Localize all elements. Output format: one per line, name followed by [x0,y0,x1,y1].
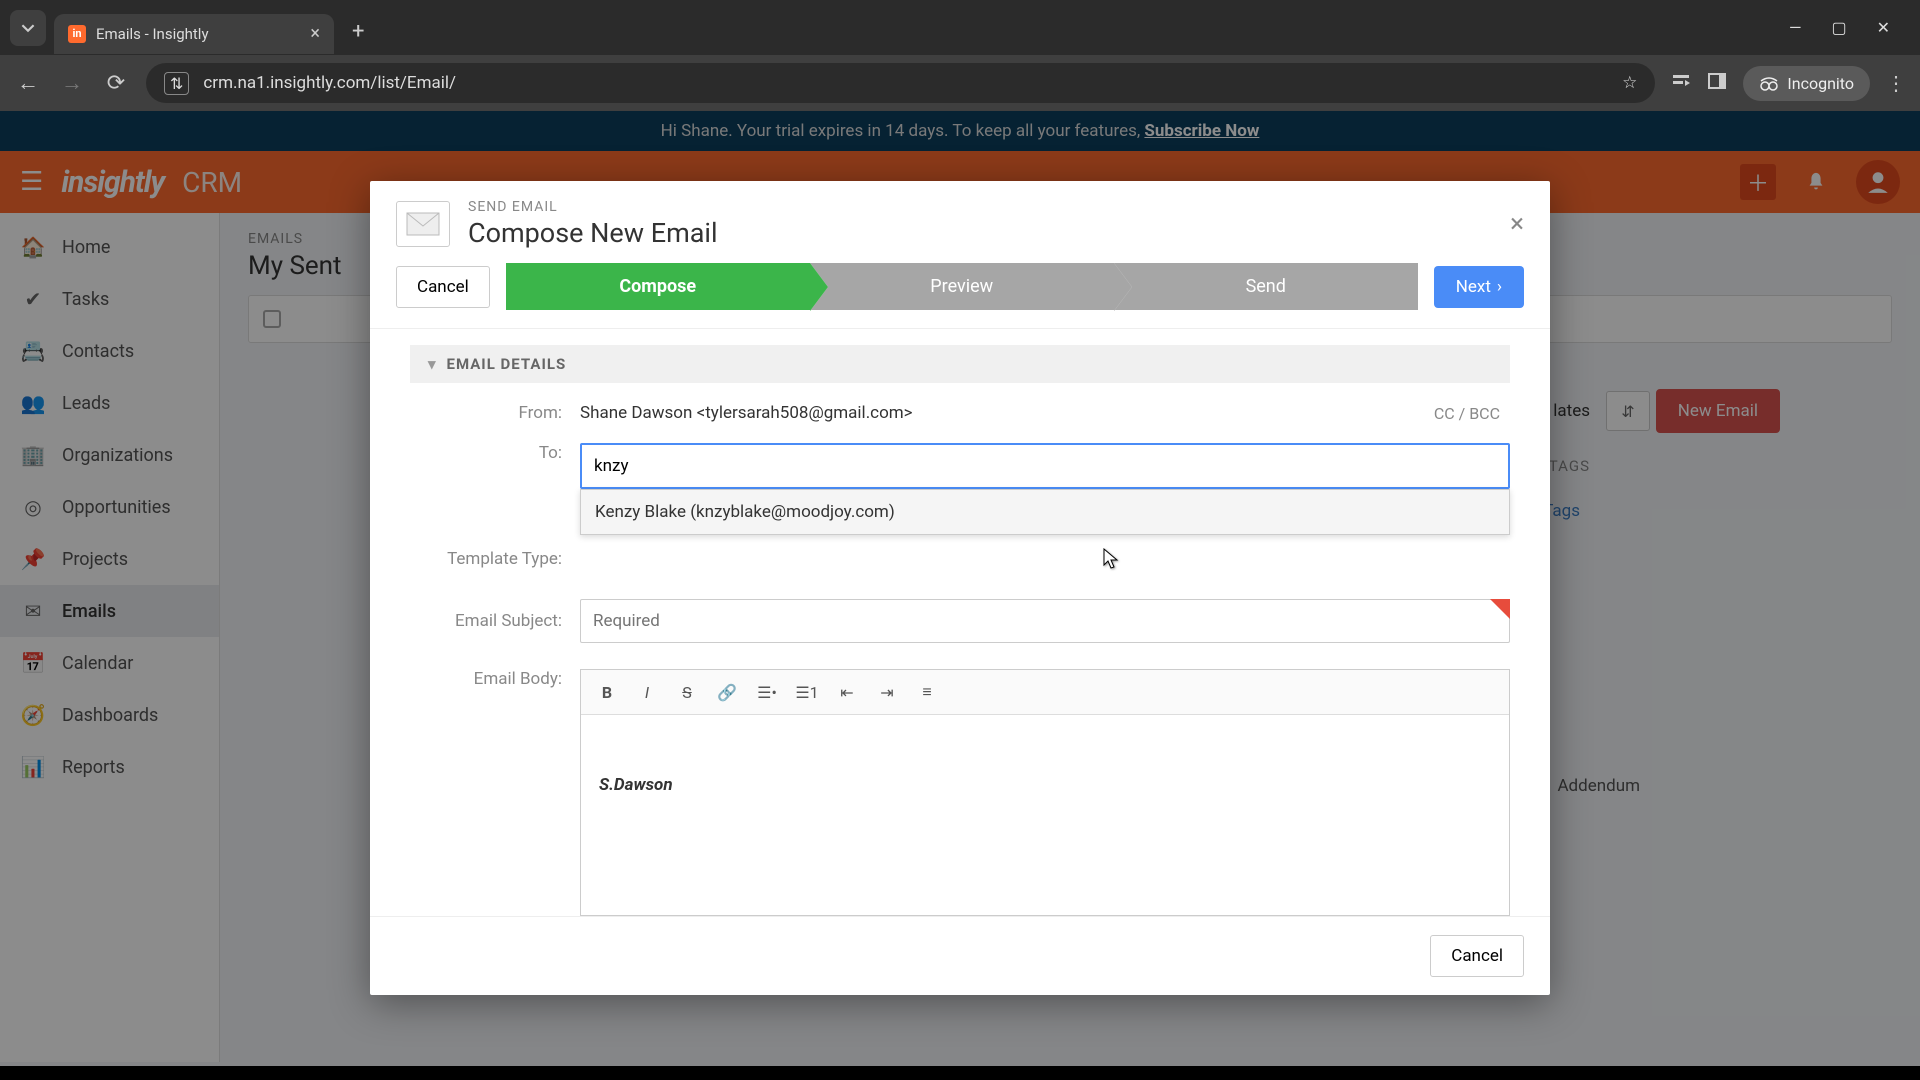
app-viewport: Hi Shane. Your trial expires in 14 days.… [0,111,1920,1066]
editor-toolbar: B I S 🔗 ☰• ☰1 ⇤ ⇥ ≡ [581,670,1509,715]
from-label: From: [410,403,580,423]
bullet-list-icon[interactable]: ☰• [749,676,785,708]
back-icon[interactable]: ← [14,70,42,96]
close-tab-icon[interactable]: × [310,23,320,44]
wizard-steps: Compose Preview Send [506,263,1418,310]
reload-icon[interactable]: ⟳ [102,71,130,96]
body-label: Email Body: [410,669,580,689]
email-body-editor: B I S 🔗 ☰• ☰1 ⇤ ⇥ ≡ S.Daw [580,669,1510,916]
tab-search-dropdown[interactable] [10,10,46,46]
strikethrough-icon[interactable]: S [669,676,705,708]
close-modal-icon[interactable]: × [1510,209,1524,239]
email-details-section[interactable]: ▾ EMAIL DETAILS [410,345,1510,383]
browser-toolbar: ← → ⟳ ⇅ crm.na1.insightly.com/list/Email… [0,55,1920,111]
link-icon[interactable]: 🔗 [709,676,745,708]
modal-overlay: SEND EMAIL Compose New Email × Cancel Co… [0,111,1920,1066]
to-input[interactable] [580,443,1510,489]
site-settings-icon[interactable]: ⇅ [164,72,189,95]
bookmark-star-icon[interactable]: ☆ [1622,73,1637,93]
from-value: Shane Dawson <tylersarah508@gmail.com> [580,403,1434,423]
new-tab-button[interactable]: + [352,19,364,44]
next-label: Next [1456,277,1491,297]
outdent-icon[interactable]: ⇤ [829,676,865,708]
browser-tab[interactable]: in Emails - Insightly × [54,14,334,54]
chevron-right-icon: › [1497,277,1502,297]
indent-icon[interactable]: ⇥ [869,676,905,708]
minimize-icon[interactable]: — [1789,18,1802,37]
editor-textarea[interactable]: S.Dawson [581,715,1509,915]
italic-icon[interactable]: I [629,676,665,708]
url-text: crm.na1.insightly.com/list/Email/ [203,73,456,93]
cc-bcc-toggle[interactable]: CC / BCC [1434,404,1510,423]
next-button[interactable]: Next › [1434,266,1524,308]
browser-menu-icon[interactable]: ⋮ [1886,71,1906,95]
mail-icon [396,201,450,247]
window-controls: — ▢ ✕ [1789,18,1910,37]
align-icon[interactable]: ≡ [909,676,945,708]
to-label: To: [410,443,580,463]
footer-cancel-button[interactable]: Cancel [1430,935,1524,977]
chevron-down-icon: ▾ [428,355,437,373]
forward-icon: → [58,70,86,96]
media-control-icon[interactable] [1671,71,1691,96]
modal-title: Compose New Email [468,217,718,249]
maximize-icon[interactable]: ▢ [1831,18,1846,37]
browser-tab-strip: in Emails - Insightly × + — ▢ ✕ [0,0,1920,55]
incognito-indicator[interactable]: Incognito [1743,66,1870,101]
side-panel-icon[interactable] [1707,71,1727,96]
template-type-label: Template Type: [410,549,580,569]
address-bar[interactable]: ⇅ crm.na1.insightly.com/list/Email/ ☆ [146,63,1655,103]
cancel-button[interactable]: Cancel [396,266,490,308]
bold-icon[interactable]: B [589,676,625,708]
close-window-icon[interactable]: ✕ [1877,18,1890,37]
recipient-suggestion[interactable]: Kenzy Blake (knzyblake@moodjoy.com) [580,489,1510,535]
taskbar-sliver [0,1066,1920,1080]
step-compose[interactable]: Compose [506,263,810,310]
favicon-icon: in [68,25,86,43]
subject-input[interactable] [580,599,1510,643]
step-preview[interactable]: Preview [810,263,1114,310]
signature-text: S.Dawson [599,775,673,795]
incognito-label: Incognito [1787,74,1854,93]
modal-subtitle: SEND EMAIL [468,199,718,215]
incognito-icon [1759,75,1779,91]
subject-label: Email Subject: [410,611,580,631]
numbered-list-icon[interactable]: ☰1 [789,676,825,708]
step-send[interactable]: Send [1114,263,1418,310]
compose-email-modal: SEND EMAIL Compose New Email × Cancel Co… [370,181,1550,995]
required-indicator-icon [1490,599,1510,619]
section-title: EMAIL DETAILS [447,355,567,373]
tab-title: Emails - Insightly [96,25,209,43]
